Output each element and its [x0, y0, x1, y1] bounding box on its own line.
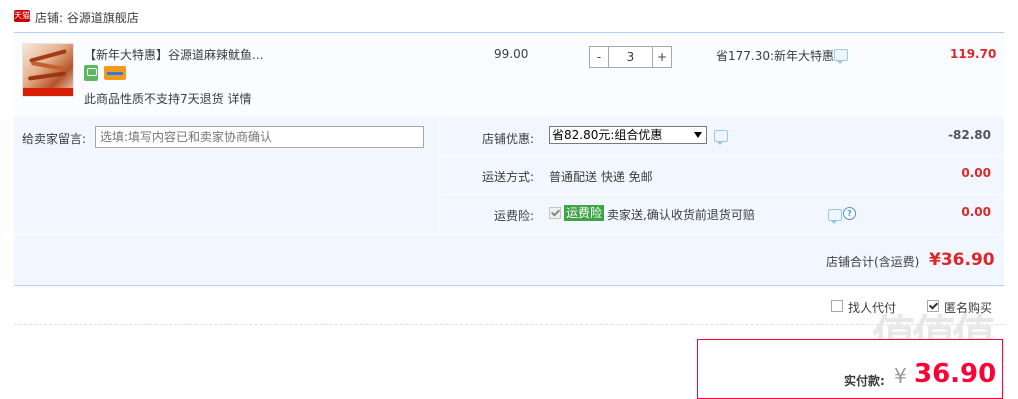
item-subtotal: 119.70 — [950, 47, 997, 61]
help-question-icon[interactable]: ? — [843, 207, 856, 220]
return-policy-note: 此商品性质不支持7天退货 详情 — [84, 90, 251, 107]
guarantee-icon[interactable] — [84, 65, 98, 81]
shop-total-label: 店铺合计(含运费) — [826, 255, 920, 269]
product-image[interactable] — [22, 43, 74, 97]
quantity-decrease-button[interactable]: - — [589, 46, 609, 68]
seller-message-input[interactable] — [95, 126, 424, 148]
dropdown-arrow-icon — [694, 132, 702, 138]
row-divider — [439, 194, 1004, 195]
unit-price: 99.00 — [494, 47, 529, 61]
shipping-insurance-text: 卖家送,确认收货前退货可赔 — [607, 208, 755, 222]
shipping-method-label: 运送方式: — [481, 170, 534, 184]
seller-message-label: 给卖家留言: — [22, 132, 87, 146]
product-title-link[interactable]: 【新年大特惠】谷源道麻辣鱿鱼... — [84, 46, 263, 63]
quantity-increase-button[interactable]: + — [652, 46, 672, 68]
insurance-chat-icon[interactable] — [828, 209, 842, 224]
item-promotion-text: 省177.30:新年大特惠 — [716, 49, 835, 63]
proxy-pay-checkbox[interactable] — [831, 300, 843, 312]
shipping-insurance-label: 运费险: — [493, 209, 534, 223]
shop-name[interactable]: 店铺: 谷源道旗舰店 — [35, 9, 139, 26]
shop-discount-selected: 省82.80元:组合优惠 — [552, 128, 663, 142]
shipping-insurance-badge: 运费险 — [564, 205, 605, 221]
shipping-amount: 0.00 — [961, 166, 991, 180]
services-bottom-divider — [14, 285, 1004, 286]
shop-discount-amount: -82.80 — [948, 128, 991, 142]
return-policy-text: 此商品性质不支持7天退货 — [84, 92, 224, 106]
return-policy-detail-link[interactable]: 详情 — [227, 92, 251, 106]
row-divider — [439, 155, 1004, 156]
payment-amount: 36.90 — [914, 359, 997, 389]
payment-currency: ¥ — [894, 364, 907, 388]
discount-info-icon[interactable] — [714, 130, 728, 145]
shipping-insurance-checkbox[interactable] — [549, 207, 561, 219]
shop-discount-label: 店铺优惠: — [481, 132, 534, 146]
quantity-input[interactable]: 3 — [609, 46, 652, 68]
credit-card-icon[interactable] — [104, 66, 126, 80]
promotion-info-icon[interactable] — [834, 49, 848, 64]
shipping-method-value: 普通配送 快递 免邮 — [549, 170, 653, 184]
options-divider — [14, 324, 1004, 325]
shop-discount-select[interactable]: 省82.80元:组合优惠 — [549, 126, 707, 144]
tmall-logo-icon: 天猫 — [14, 10, 30, 22]
insurance-amount: 0.00 — [961, 205, 991, 219]
payment-label: 实付款: — [844, 374, 885, 388]
row-divider — [14, 234, 1004, 235]
column-divider — [438, 117, 439, 234]
shop-total-value: ¥36.90 — [929, 250, 995, 270]
